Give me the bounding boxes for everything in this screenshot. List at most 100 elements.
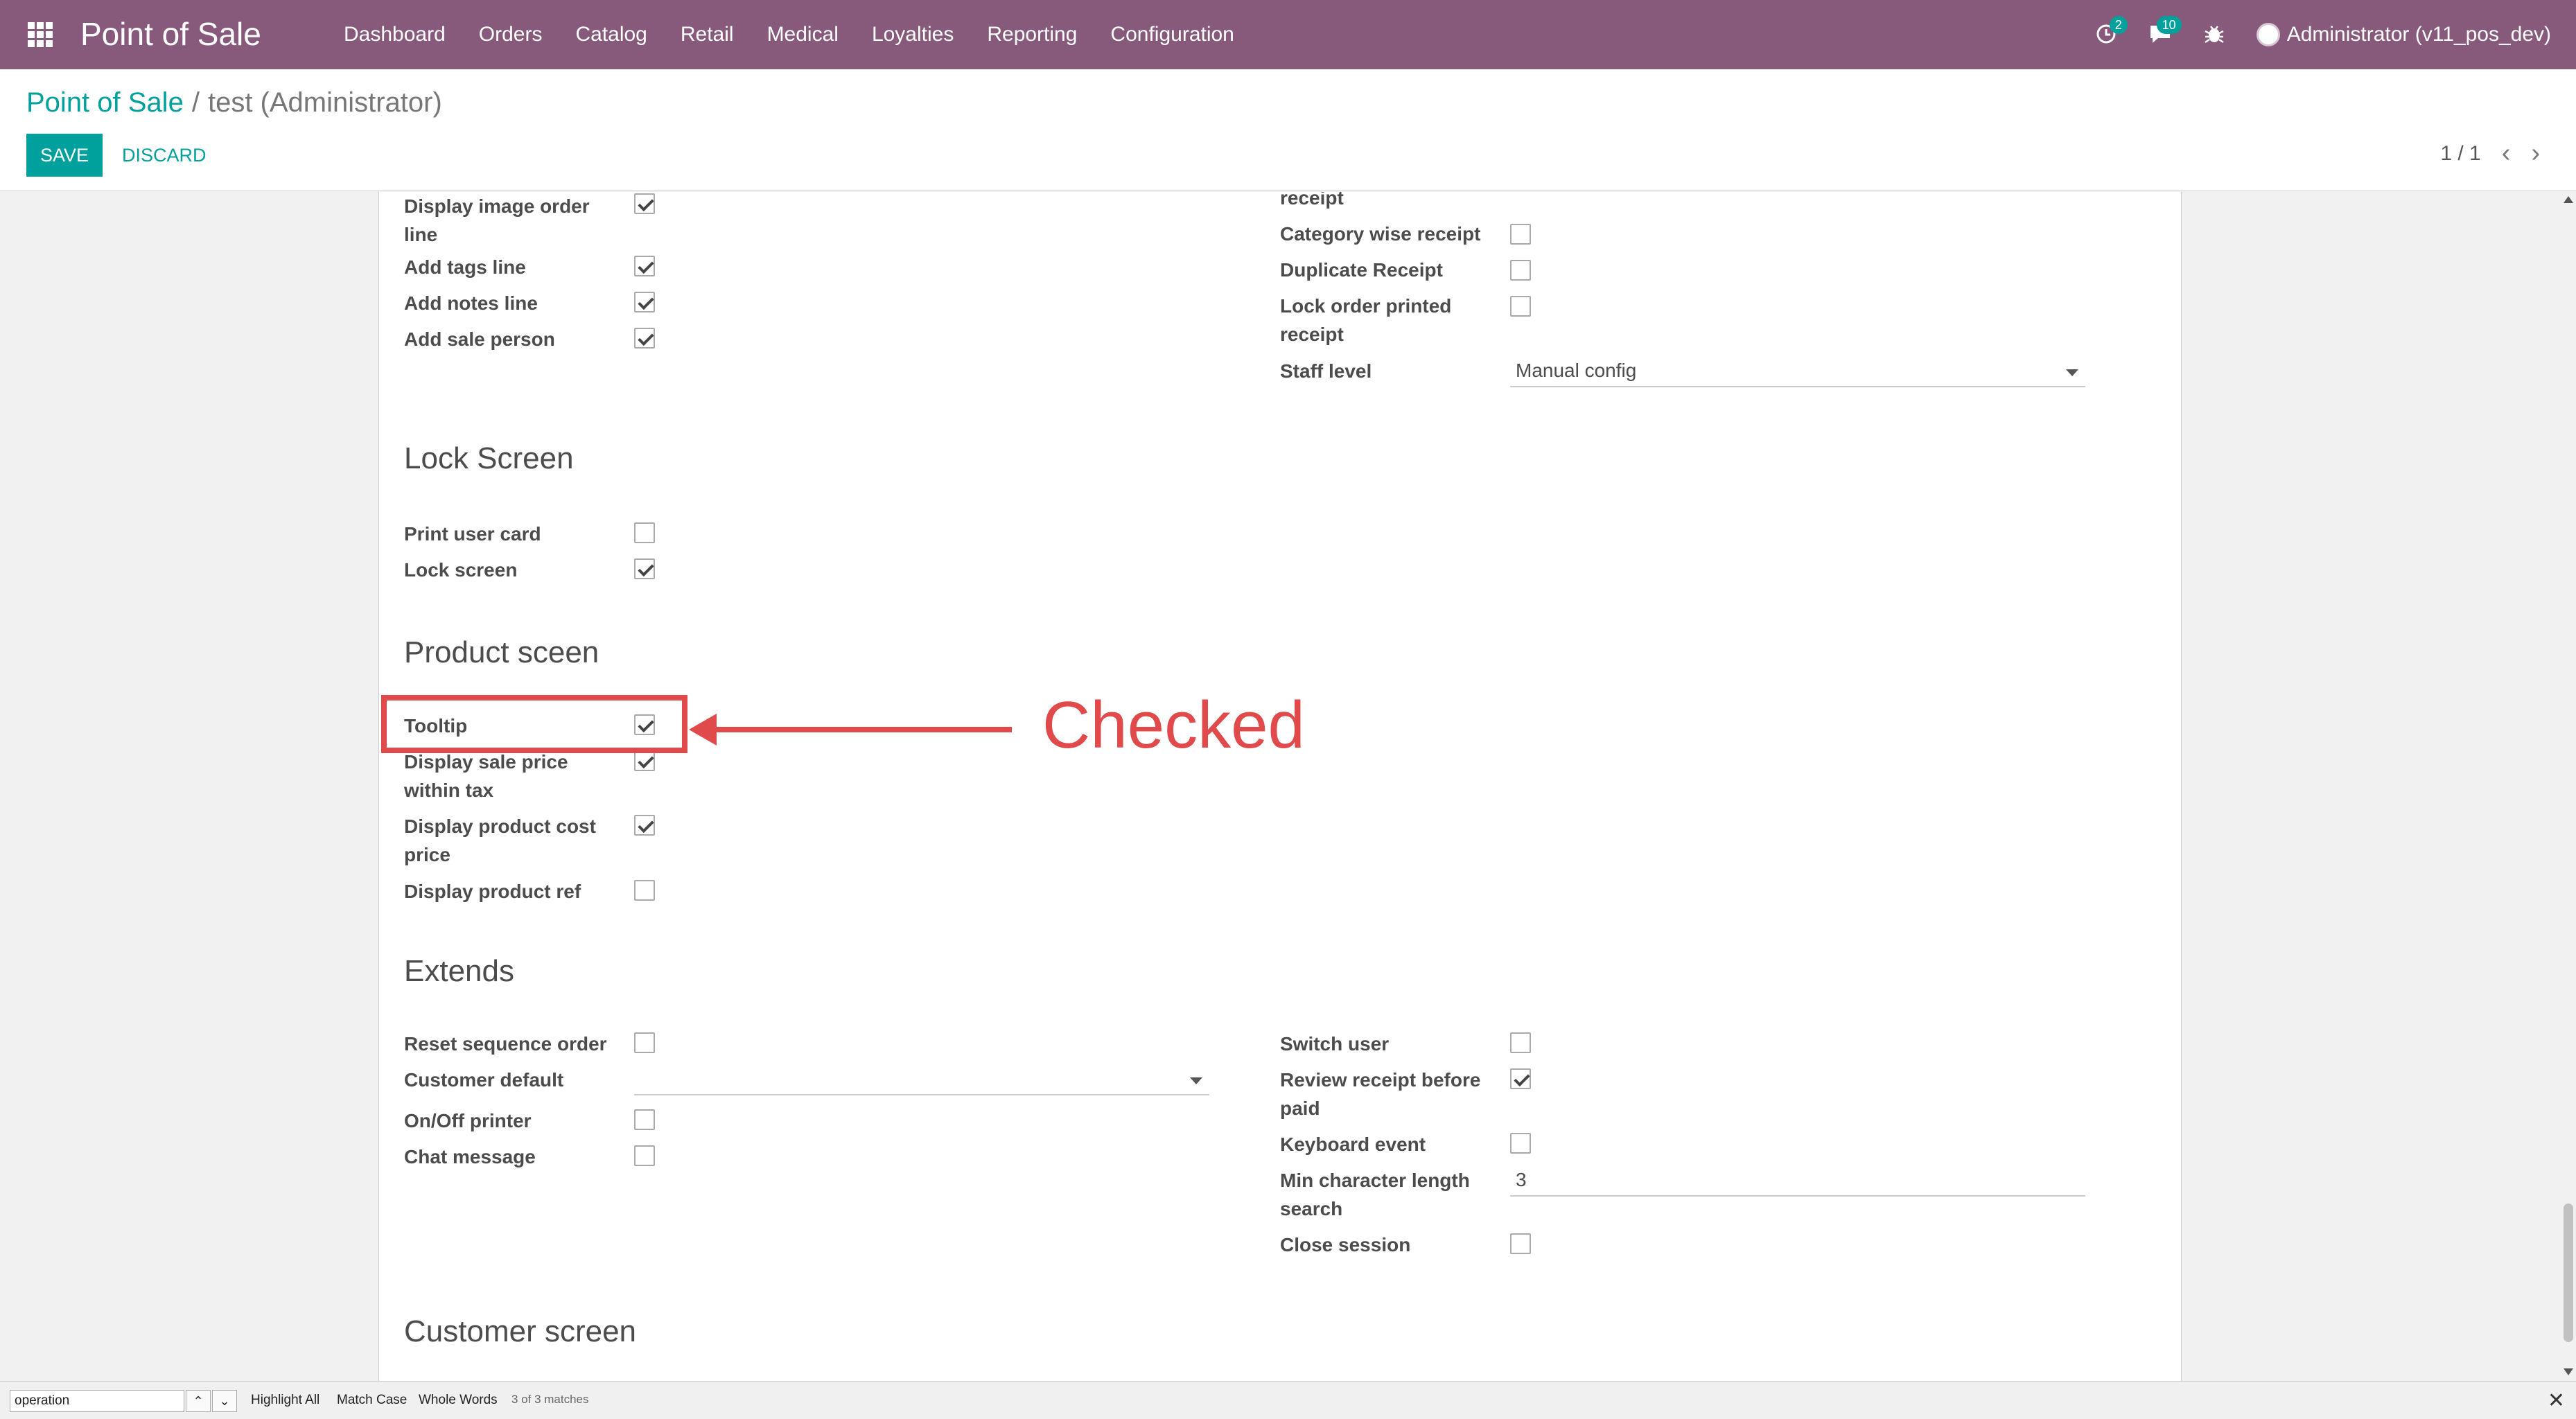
match-case-option[interactable]: Match Case	[337, 1393, 407, 1408]
field-label-add-sale-person: Add sale person	[404, 328, 555, 350]
section-title-extends: Extends	[404, 954, 514, 988]
field-label-switch-user: Switch user	[1280, 1033, 1390, 1055]
breadcrumb-parent-link[interactable]: Point of Sale	[26, 87, 184, 118]
checkbox-print-user-card[interactable]	[634, 522, 655, 543]
checkbox-display-product-ref[interactable]	[634, 880, 655, 901]
discard-button[interactable]: DISCARD	[122, 134, 207, 177]
field-label-receipt-partial: receipt	[1280, 192, 1344, 209]
find-previous-icon[interactable]: ⌃	[186, 1390, 211, 1412]
main-menu: Dashboard Orders Catalog Retail Medical …	[344, 0, 1251, 69]
field-label-lock-screen: Lock screen	[404, 559, 518, 581]
checkbox-keyboard-event[interactable]	[1510, 1133, 1531, 1154]
menu-reporting[interactable]: Reporting	[970, 23, 1094, 46]
top-navbar: Point of Sale Dashboard Orders Catalog R…	[0, 0, 2576, 69]
field-label-category-wise-receipt: Category wise receipt	[1280, 223, 1481, 245]
scroll-down-icon[interactable]	[2564, 1368, 2573, 1375]
checkbox-display-cost-price[interactable]	[634, 815, 655, 836]
form-sheet: Display image order line Add tags line A…	[378, 192, 2182, 1381]
field-label-keyboard-event: Keyboard event	[1280, 1134, 1426, 1155]
annotation-highlight-box	[381, 695, 687, 753]
activity-badge: 2	[2109, 16, 2128, 34]
field-label-display-sale-price: Display sale price within tax	[404, 751, 568, 801]
checkbox-category-wise-receipt[interactable]	[1510, 224, 1531, 245]
checkbox-review-receipt[interactable]	[1510, 1068, 1531, 1089]
field-label-display-cost-price: Display product cost price	[404, 816, 596, 865]
find-input[interactable]: operation	[10, 1390, 184, 1412]
field-label-display-product-ref: Display product ref	[404, 881, 581, 902]
field-label-display-image-order-line: Display image order line	[404, 195, 590, 245]
field-label-chat-message: Chat message	[404, 1146, 536, 1167]
whole-words-option[interactable]: Whole Words	[419, 1393, 498, 1408]
chevron-left-icon[interactable]: ‹	[2502, 139, 2511, 168]
checkbox-lock-screen[interactable]	[634, 558, 655, 579]
checkbox-lock-order-printed-receipt[interactable]	[1510, 296, 1531, 317]
highlight-all-option[interactable]: Highlight All	[251, 1393, 319, 1408]
field-label-add-tags-line: Add tags line	[404, 256, 526, 278]
caret-down-icon	[1190, 1077, 1202, 1084]
messages-icon[interactable]: 10	[2148, 16, 2182, 46]
checkbox-chat-message[interactable]	[634, 1145, 655, 1166]
menu-orders[interactable]: Orders	[462, 23, 559, 46]
field-label-staff-level: Staff level	[1280, 360, 1372, 382]
section-title-lock-screen: Lock Screen	[404, 441, 574, 475]
breadcrumb-separator: /	[191, 87, 200, 118]
min-char-length-input[interactable]: 3	[1510, 1166, 2085, 1197]
scroll-up-icon[interactable]	[2564, 196, 2573, 203]
debug-bug-icon[interactable]	[2202, 23, 2226, 46]
field-label-close-session: Close session	[1280, 1234, 1411, 1255]
field-label-duplicate-receipt: Duplicate Receipt	[1280, 259, 1443, 281]
pager-value[interactable]: 1 / 1	[2440, 142, 2480, 166]
field-label-print-user-card: Print user card	[404, 523, 541, 545]
user-menu[interactable]: Administrator (v11_pos_dev)	[2256, 23, 2551, 46]
checkbox-switch-user[interactable]	[1510, 1032, 1531, 1053]
staff-level-value: Manual config	[1516, 360, 1637, 381]
checkbox-add-sale-person[interactable]	[634, 328, 655, 349]
vertical-scrollbar[interactable]	[2561, 192, 2576, 1381]
field-label-customer-default: Customer default	[404, 1069, 564, 1091]
activity-clock-icon[interactable]: 2	[2094, 16, 2128, 46]
section-title-product-screen: Product sceen	[404, 635, 599, 669]
checkbox-reset-sequence[interactable]	[634, 1032, 655, 1053]
menu-catalog[interactable]: Catalog	[559, 23, 663, 46]
checkbox-display-sale-price[interactable]	[634, 750, 655, 771]
checkbox-onoff-printer[interactable]	[634, 1109, 655, 1130]
field-label-reset-sequence: Reset sequence order	[404, 1033, 607, 1055]
checkbox-close-session[interactable]	[1510, 1233, 1531, 1254]
breadcrumb: Point of Sale / test (Administrator)	[26, 87, 442, 118]
save-button[interactable]: SAVE	[26, 134, 103, 177]
user-name: Administrator (v11_pos_dev)	[2286, 23, 2551, 46]
user-avatar	[2256, 23, 2280, 46]
customer-default-select[interactable]	[634, 1065, 1209, 1095]
staff-level-select[interactable]: Manual config	[1510, 357, 2085, 387]
apps-grid-icon[interactable]	[28, 22, 55, 47]
field-label-lock-order-printed-receipt: Lock order printed receipt	[1280, 295, 1452, 345]
checkbox-duplicate-receipt[interactable]	[1510, 260, 1531, 281]
find-bar: operation ⌃ ⌄ Highlight All Match Case W…	[0, 1381, 2576, 1419]
chevron-right-icon[interactable]: ›	[2531, 139, 2540, 168]
checkbox-display-image-order-line[interactable]	[634, 193, 655, 214]
menu-loyalties[interactable]: Loyalties	[855, 23, 970, 46]
section-title-customer-screen: Customer screen	[404, 1314, 637, 1348]
messages-badge: 10	[2156, 16, 2182, 34]
annotation-arrow-line	[700, 727, 1012, 732]
field-label-min-char-length: Min character length search	[1280, 1170, 1470, 1219]
app-brand[interactable]: Point of Sale	[80, 15, 261, 53]
bug-icon	[2205, 26, 2224, 44]
menu-medical[interactable]: Medical	[751, 23, 855, 46]
field-label-add-notes-line: Add notes line	[404, 292, 538, 314]
field-label-review-receipt: Review receipt before paid	[1280, 1069, 1481, 1119]
scroll-thumb[interactable]	[2564, 1204, 2573, 1342]
checkbox-add-notes-line[interactable]	[634, 292, 655, 312]
navbar-systray: 2 10 Administrator (v11_pos_dev)	[2094, 0, 2551, 69]
menu-configuration[interactable]: Configuration	[1094, 23, 1250, 46]
find-next-icon[interactable]: ⌄	[212, 1390, 237, 1412]
annotation-checked-label: Checked	[1042, 688, 1305, 762]
field-label-onoff-printer: On/Off printer	[404, 1110, 532, 1131]
checkbox-add-tags-line[interactable]	[634, 256, 655, 276]
menu-dashboard[interactable]: Dashboard	[344, 23, 462, 46]
menu-retail[interactable]: Retail	[664, 23, 751, 46]
close-icon[interactable]: ✕	[2548, 1389, 2565, 1413]
find-status: 3 of 3 matches	[511, 1393, 589, 1406]
control-panel: Point of Sale / test (Administrator) SAVE …	[0, 69, 2576, 191]
breadcrumb-current: test (Administrator)	[207, 87, 442, 118]
